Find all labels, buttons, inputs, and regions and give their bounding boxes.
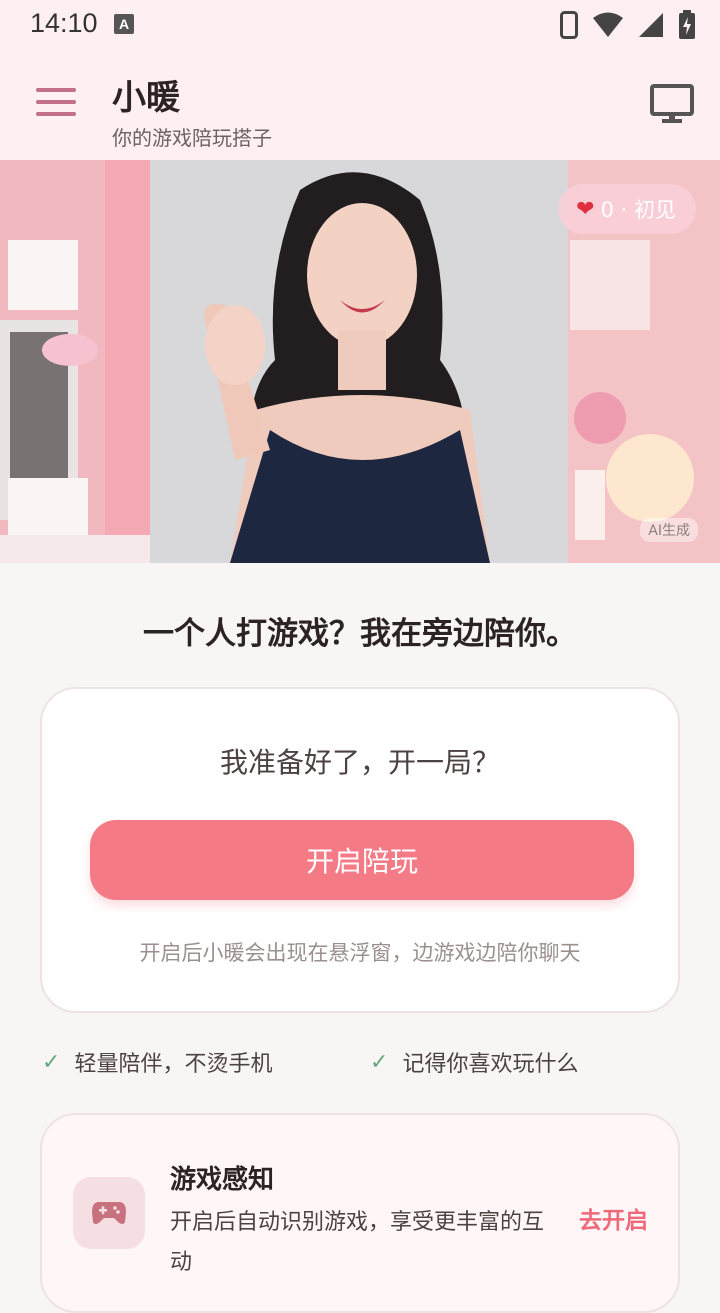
headline: 一个人打游戏？我在旁边陪你。 bbox=[143, 616, 577, 652]
heart-icon: ❤ bbox=[576, 196, 595, 222]
affection-badge[interactable]: ❤ 0 · 初见 bbox=[558, 184, 696, 234]
game-awareness-description: 开启后自动识别游戏，享受更丰富的互动 bbox=[170, 1210, 545, 1275]
battery-charging-icon bbox=[679, 10, 695, 39]
check-icon: ✓ bbox=[42, 1049, 61, 1075]
start-note: 开启后小暖会出现在悬浮窗，边游戏边陪你聊天 bbox=[139, 941, 581, 965]
enable-game-awareness-link[interactable]: 去开启 bbox=[579, 1201, 648, 1235]
wifi-icon bbox=[593, 12, 623, 37]
phone-icon bbox=[560, 11, 578, 39]
keyboard-indicator-icon: A bbox=[114, 14, 134, 34]
start-companion-button[interactable]: 开启陪玩 bbox=[90, 820, 634, 900]
feature-list: ✓ 轻量陪伴，不烫手机 ✓ 记得你喜欢玩什么 bbox=[40, 1046, 680, 1078]
start-companion-card: 我准备好了，开一局？ 开启陪玩 开启后小暖会出现在悬浮窗，边游戏边陪你聊天 bbox=[40, 687, 680, 1013]
status-time: 14:10 bbox=[30, 8, 98, 38]
feature-item: ✓ 记得你喜欢玩什么 bbox=[370, 1046, 578, 1078]
status-bar: 14:10 A bbox=[0, 0, 720, 50]
game-awareness-card: 游戏感知 开启后自动识别游戏，享受更丰富的互动 去开启 bbox=[40, 1113, 680, 1313]
feature-item: ✓ 轻量陪伴，不烫手机 bbox=[42, 1046, 272, 1078]
status-icons bbox=[560, 10, 696, 40]
game-awareness-title: 游戏感知 bbox=[170, 1165, 275, 1195]
monitor-icon[interactable] bbox=[650, 84, 694, 124]
menu-icon[interactable] bbox=[36, 88, 76, 118]
check-icon: ✓ bbox=[370, 1049, 389, 1075]
app-title: 小暖 bbox=[112, 78, 180, 118]
feature-label: 记得你喜欢玩什么 bbox=[402, 1052, 579, 1077]
gamepad-icon bbox=[73, 1177, 145, 1249]
ready-question: 我准备好了，开一局？ bbox=[219, 746, 500, 779]
ai-generated-tag: AI生成 bbox=[640, 518, 698, 542]
affection-level: 0 · 初见 bbox=[600, 198, 676, 222]
app-subtitle: 你的游戏陪玩搭子 bbox=[112, 126, 272, 150]
app-bar: 小暖 你的游戏陪玩搭子 bbox=[0, 50, 720, 160]
signal-icon bbox=[639, 13, 663, 37]
feature-label: 轻量陪伴，不烫手机 bbox=[74, 1052, 273, 1077]
hero-character-image: ❤ 0 · 初见 AI生成 bbox=[0, 160, 720, 563]
